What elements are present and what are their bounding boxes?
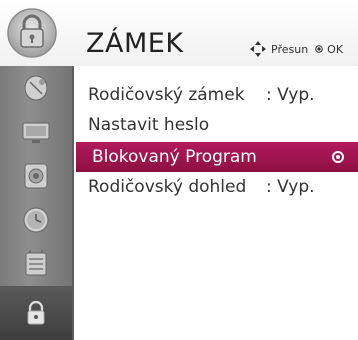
- menu-item-blocked-program[interactable]: Blokovaný Program: [76, 142, 358, 172]
- menu-item-label: Blokovaný Program: [92, 147, 257, 167]
- sidebar-item-option[interactable]: [0, 242, 72, 286]
- sidebar-item-time[interactable]: [0, 198, 72, 242]
- selected-radio-icon: [332, 151, 344, 163]
- menu-item-set-password[interactable]: Nastavit heslo: [76, 110, 358, 140]
- clock-icon: [23, 207, 49, 233]
- menu-list: Rodičovský zámek : Vyp. Nastavit heslo B…: [76, 66, 358, 340]
- page-title: ZÁMEK: [86, 28, 184, 59]
- ok-button-icon: [315, 45, 323, 53]
- menu-item-parental-guidance[interactable]: Rodičovský dohled : Vyp.: [76, 172, 358, 202]
- menu-item-parental-lock[interactable]: Rodičovský zámek : Vyp.: [76, 80, 358, 110]
- move-arrows-icon: [250, 41, 266, 57]
- hint-ok-label: OK: [327, 42, 344, 56]
- hint-move-label: Přesun: [271, 42, 309, 56]
- menu-item-value: : Vyp.: [266, 177, 315, 197]
- lock-icon: [6, 4, 58, 62]
- lock-icon: [27, 300, 45, 325]
- menu-item-label: Rodičovský zámek: [88, 85, 245, 105]
- menu-item-label: Nastavit heslo: [88, 115, 210, 135]
- satellite-dish-icon: [24, 75, 48, 101]
- sidebar-item-lock[interactable]: [0, 286, 72, 340]
- tv-menu-screen: ZÁMEK Přesun OK Rodičovský zámek: Vyp. …: [0, 0, 358, 340]
- menu-item-value: : Vyp.: [266, 85, 315, 105]
- category-sidebar: [0, 66, 74, 340]
- navigation-hint: Přesun OK: [249, 40, 343, 58]
- sidebar-item-channel[interactable]: [0, 66, 72, 110]
- tv-picture-icon: [22, 122, 50, 143]
- speaker-icon: [24, 163, 48, 189]
- menu-header: ZÁMEK Přesun OK: [0, 0, 358, 66]
- option-settings-icon: [25, 250, 47, 276]
- menu-item-label: Rodičovský dohled: [88, 177, 247, 197]
- sidebar-item-audio[interactable]: [0, 154, 72, 198]
- sidebar-item-picture[interactable]: [0, 110, 72, 154]
